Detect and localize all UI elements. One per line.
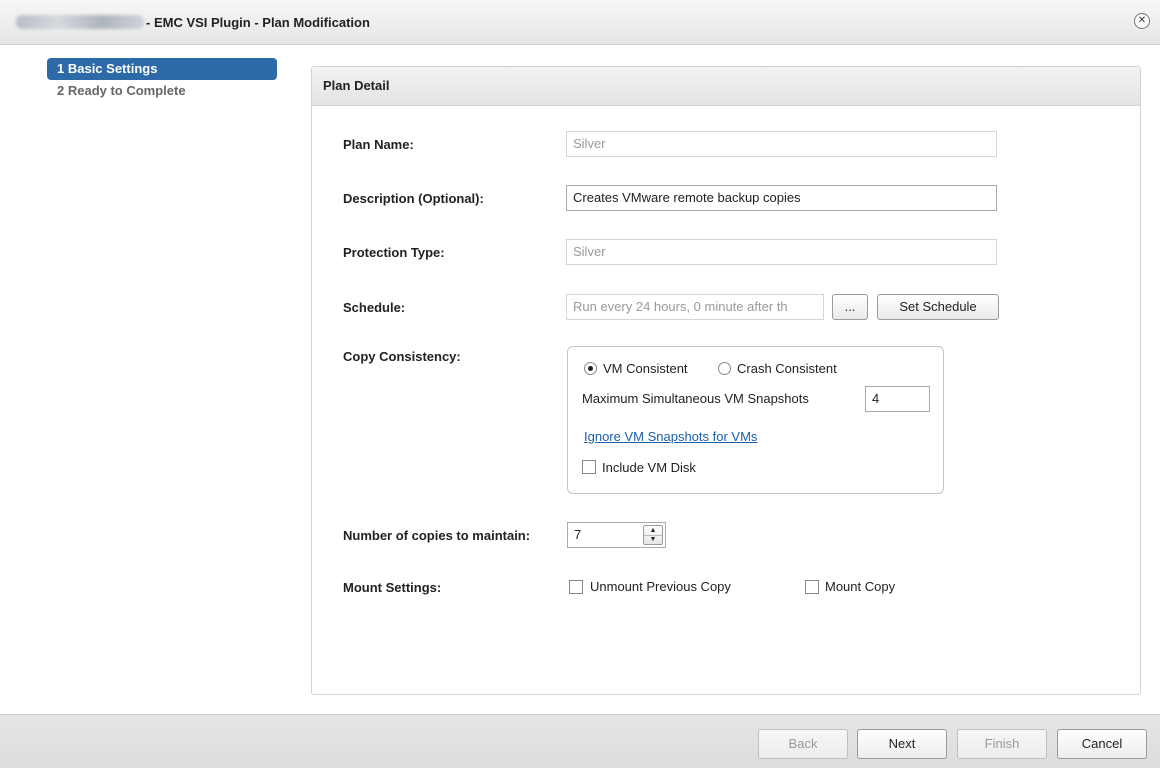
cancel-button[interactable]: Cancel <box>1057 729 1147 759</box>
next-button[interactable]: Next <box>857 729 947 759</box>
mount-copy-checkbox[interactable] <box>805 580 819 594</box>
wizard-steps-sidebar: 1 Basic Settings 2 Ready to Complete <box>0 45 289 714</box>
include-vm-disk-checkbox[interactable] <box>582 460 596 474</box>
window-title: - EMC VSI Plugin - Plan Modification <box>146 15 370 30</box>
schedule-browse-button[interactable]: ... <box>832 294 868 320</box>
copies-label: Number of copies to maintain: <box>343 528 531 543</box>
title-bar: - EMC VSI Plugin - Plan Modification ✕ <box>0 0 1160 45</box>
mount-copy-label: Mount Copy <box>825 579 896 594</box>
copies-spinner[interactable]: 7 ▲ ▼ <box>567 522 666 548</box>
step-basic-settings[interactable]: 1 Basic Settings <box>47 58 277 80</box>
unmount-previous-copy-label: Unmount Previous Copy <box>590 579 731 594</box>
protection-type-field: Silver <box>566 239 997 265</box>
crash-consistent-label: Crash Consistent <box>737 361 837 376</box>
plan-name-field: Silver <box>566 131 997 157</box>
description-field[interactable]: Creates VMware remote backup copies <box>566 185 997 211</box>
vm-consistent-radio[interactable] <box>584 362 597 375</box>
max-snapshots-field[interactable]: 4 <box>865 386 930 412</box>
unmount-previous-copy-checkbox[interactable] <box>569 580 583 594</box>
max-snapshots-label: Maximum Simultaneous VM Snapshots <box>582 391 809 406</box>
back-button[interactable]: Back <box>758 729 848 759</box>
ignore-vm-snapshots-link[interactable]: Ignore VM Snapshots for VMs <box>584 429 757 444</box>
vm-consistent-label: VM Consistent <box>603 361 688 376</box>
schedule-label: Schedule: <box>343 300 406 315</box>
description-label: Description (Optional): <box>343 191 484 206</box>
panel-title: Plan Detail <box>312 67 1140 106</box>
plan-name-label: Plan Name: <box>343 137 414 152</box>
copy-consistency-label: Copy Consistency: <box>343 349 461 364</box>
finish-button[interactable]: Finish <box>957 729 1047 759</box>
protection-type-label: Protection Type: <box>343 245 445 260</box>
mount-settings-label: Mount Settings: <box>343 580 442 595</box>
close-icon[interactable]: ✕ <box>1134 13 1150 29</box>
copies-value[interactable]: 7 <box>574 523 581 547</box>
crash-consistent-radio[interactable] <box>718 362 731 375</box>
spinner-buttons: ▲ ▼ <box>643 525 663 545</box>
down-arrow-icon[interactable]: ▼ <box>644 535 662 544</box>
set-schedule-button[interactable]: Set Schedule <box>877 294 999 320</box>
schedule-field: Run every 24 hours, 0 minute after th <box>566 294 824 320</box>
include-vm-disk-label: Include VM Disk <box>602 460 696 475</box>
redacted-hostname <box>16 15 144 29</box>
step-ready-to-complete[interactable]: 2 Ready to Complete <box>47 80 277 102</box>
